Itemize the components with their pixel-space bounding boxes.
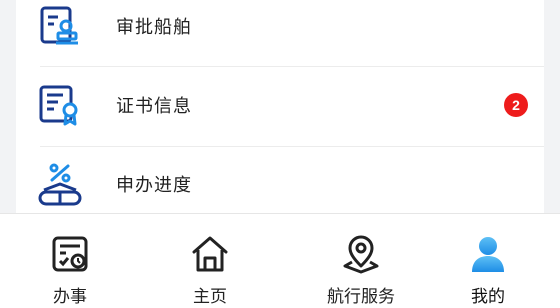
- tab-label: 办事: [53, 287, 87, 307]
- notification-badge: 2: [504, 93, 528, 117]
- menu-item-certificate-info[interactable]: 证书信息 2: [16, 69, 544, 141]
- menu-item-label: 审批船舶: [116, 17, 192, 38]
- menu-item-label: 申办进度: [116, 175, 192, 196]
- divider: [40, 66, 544, 67]
- user-profile-icon: [472, 237, 504, 272]
- divider: [40, 146, 544, 147]
- menu-item-ship-approval[interactable]: 审批船舶: [16, 0, 544, 62]
- progress-icon: [38, 163, 82, 206]
- menu-item-label: 证书信息: [116, 96, 192, 117]
- location-pin-icon: [343, 235, 379, 274]
- tab-profile[interactable]: 我的: [438, 214, 538, 308]
- tasks-icon: [52, 236, 88, 272]
- tab-label: 主页: [193, 287, 227, 307]
- page: 审批船舶 证书信息 2 申办进度 办事 主页 航行服务 我的: [0, 0, 560, 308]
- menu-list: 审批船舶 证书信息 2 申办进度: [16, 0, 544, 213]
- home-icon: [192, 236, 228, 272]
- tab-label: 航行服务: [327, 287, 395, 307]
- tab-navigation-service[interactable]: 航行服务: [311, 214, 411, 308]
- tab-tasks[interactable]: 办事: [20, 214, 120, 308]
- bottom-tab-bar: 办事 主页 航行服务 我的: [0, 213, 560, 308]
- certificate-icon: [39, 85, 78, 126]
- menu-item-progress[interactable]: 申办进度: [16, 148, 544, 220]
- tab-label: 我的: [471, 287, 505, 307]
- ship-approval-icon: [40, 6, 78, 45]
- tab-home[interactable]: 主页: [160, 214, 260, 308]
